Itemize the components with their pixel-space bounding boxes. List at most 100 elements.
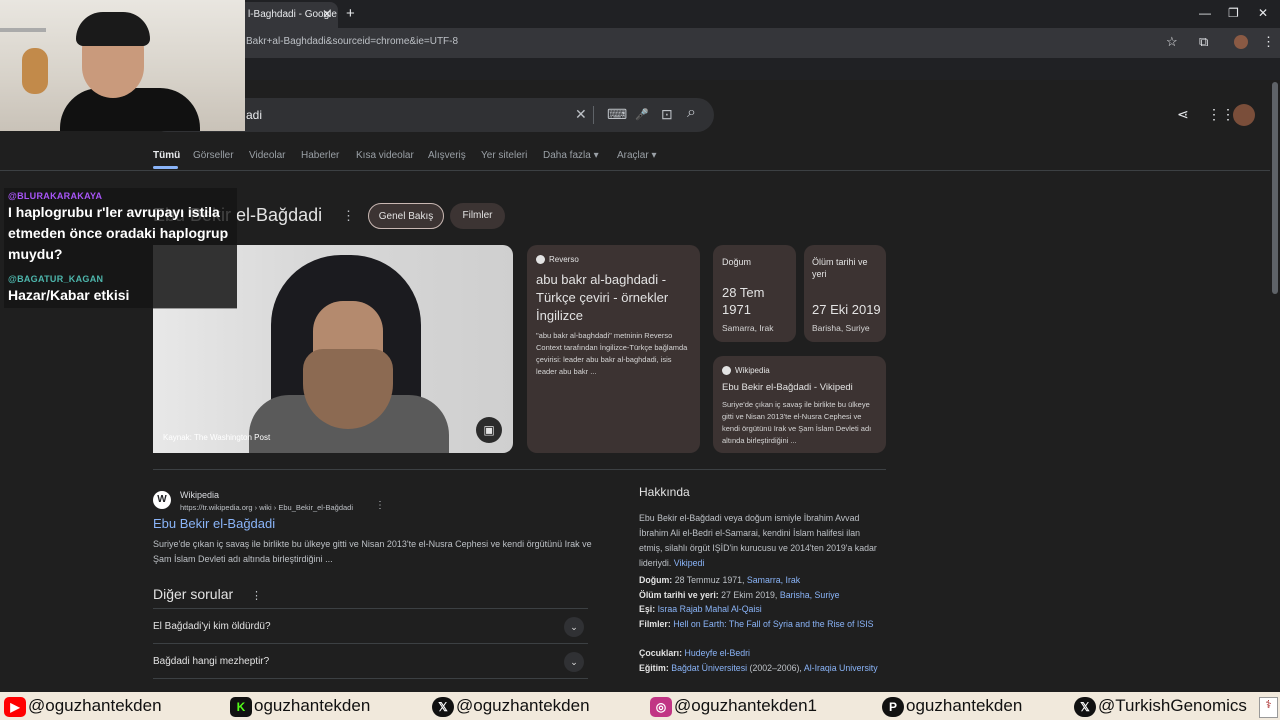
chat-message: Hazar/Kabar etkisi bbox=[8, 287, 130, 303]
bookmark-star-icon[interactable]: ☆ bbox=[1166, 34, 1178, 50]
more-options-icon[interactable]: ⋮ bbox=[342, 208, 355, 224]
webcam-overlay bbox=[0, 0, 245, 131]
card-text: "abu bakr al-baghdadi" metninin Reverso … bbox=[536, 331, 688, 376]
close-window-icon[interactable]: ✕ bbox=[1258, 6, 1268, 20]
maximize-icon[interactable]: ❐ bbox=[1228, 6, 1239, 20]
dna-icon: ⚕ bbox=[1259, 697, 1278, 718]
chevron-down-icon[interactable]: ⌄ bbox=[564, 652, 584, 672]
nav-divider bbox=[0, 170, 1270, 171]
account-avatar[interactable] bbox=[1233, 104, 1255, 126]
search-input[interactable]: adi bbox=[246, 108, 262, 122]
university-link[interactable]: Al-Iraqia University bbox=[804, 663, 878, 673]
banner-item: ◎ @oguzhantekden1 bbox=[650, 696, 817, 717]
microphone-icon[interactable]: 🎤 bbox=[635, 108, 649, 121]
keyboard-icon[interactable]: ⌨ bbox=[607, 106, 627, 123]
question-text: El Bağdadi'yi kim öldürdü? bbox=[153, 621, 271, 632]
chat-username: @BLURAKARAKAYA bbox=[8, 191, 103, 201]
film-link[interactable]: Hell on Earth: The Fall of Syria and the… bbox=[673, 619, 873, 629]
extensions-icon[interactable]: ⧉ bbox=[1199, 34, 1208, 50]
tab-short-videos[interactable]: Kısa videolar bbox=[356, 150, 414, 161]
question-item[interactable]: El Bağdadi'yi kim öldürdü? ⌄ bbox=[153, 608, 588, 643]
result-menu-icon[interactable]: ⋮ bbox=[375, 500, 385, 511]
banner-item: Poguzhantekden bbox=[882, 696, 1022, 717]
result-url[interactable]: https://tr.wikipedia.org › wiki › Ebu_Be… bbox=[180, 503, 353, 512]
question-item[interactable] bbox=[153, 678, 588, 692]
wikipedia-icon: W bbox=[153, 491, 171, 509]
tab-news[interactable]: Haberler bbox=[301, 150, 339, 161]
divider bbox=[593, 106, 594, 124]
result-snippet: Suriye'de çıkan iç savaş ile birlikte bu… bbox=[153, 539, 592, 564]
new-tab-button[interactable]: + bbox=[346, 5, 355, 22]
death-place: Barisha, Suriye bbox=[812, 323, 870, 333]
instagram-icon: ◎ bbox=[650, 696, 672, 717]
tab-tools[interactable]: Araçlar ▾ bbox=[617, 150, 656, 161]
about-description: Ebu Bekir el-Bağdadi veya doğum ismiyle … bbox=[639, 513, 877, 568]
panel-divider bbox=[153, 469, 886, 470]
wikipedia-icon bbox=[722, 366, 731, 376]
browser-tab[interactable]: l-Baghdadi - Google ✕ bbox=[238, 2, 338, 28]
reverso-card[interactable]: Reverso abu bakr al-baghdadi - Türkçe çe… bbox=[527, 245, 700, 453]
clear-search-icon[interactable]: ✕ bbox=[575, 106, 587, 123]
tab-all[interactable]: Tümü bbox=[153, 150, 180, 161]
card-text: Suriye'de çıkan iç savaş ile birlikte bu… bbox=[722, 400, 872, 445]
tab-shopping[interactable]: Alışveriş bbox=[428, 150, 466, 161]
guitar bbox=[22, 48, 48, 94]
tab-more[interactable]: Daha fazla ▾ bbox=[543, 150, 599, 161]
wikipedia-card[interactable]: Wikipedia Ebu Bekir el-Bağdadi - Vikiped… bbox=[713, 356, 886, 453]
kick-icon: K bbox=[230, 696, 252, 717]
image-icon[interactable]: ▣ bbox=[476, 417, 502, 443]
apps-grid-icon[interactable]: ⋮⋮ bbox=[1207, 106, 1235, 123]
result-site-name[interactable]: Wikipedia bbox=[180, 490, 219, 500]
browser-menu-icon[interactable]: ⋮ bbox=[1262, 34, 1275, 50]
result-title-link[interactable]: Ebu Bekir el-Bağdadi bbox=[153, 516, 275, 531]
url-text[interactable]: Bakr+al-Baghdadi&sourceid=chrome&ie=UTF-… bbox=[246, 36, 458, 47]
tab-close-icon[interactable]: ✕ bbox=[322, 7, 332, 21]
spouse-link[interactable]: Israa Rajab Mahal Al-Qaisi bbox=[658, 604, 762, 614]
search-icon[interactable]: ⌕ bbox=[687, 104, 696, 122]
death-row: Ölüm tarihi ve yeri: 27 Ekim 2019, Baris… bbox=[639, 590, 840, 600]
youtube-icon: ▶ bbox=[4, 696, 26, 717]
death-label: Ölüm tarihi ve yeri bbox=[812, 257, 868, 279]
questions-menu-icon[interactable]: ⋮ bbox=[251, 589, 262, 602]
about-title: Hakkında bbox=[639, 485, 690, 499]
share-icon[interactable]: ⋖ bbox=[1177, 106, 1189, 123]
tab-images[interactable]: Görseller bbox=[193, 150, 234, 161]
card-title: abu bakr al-baghdadi - Türkçe çeviri - ö… bbox=[536, 272, 669, 323]
children-row: Çocukları: Hudeyfe el-Bedri bbox=[639, 648, 751, 658]
minimize-icon[interactable]: — bbox=[1199, 6, 1211, 20]
banner-item: ▶ @oguzhantekden bbox=[4, 696, 162, 717]
tab-sites[interactable]: Yer siteleri bbox=[481, 150, 527, 161]
x-icon: 𝕏 bbox=[432, 696, 454, 717]
death-card[interactable]: Ölüm tarihi ve yeri 27 Eki 2019 Barisha,… bbox=[804, 245, 886, 342]
birth-date: 28 Tem 1971 bbox=[722, 285, 765, 317]
banner-item: 𝕏 @oguzhantekden bbox=[432, 696, 590, 717]
profile-avatar[interactable] bbox=[1234, 35, 1248, 49]
streamer-hair bbox=[76, 12, 150, 46]
films-chip[interactable]: Filmler bbox=[450, 203, 505, 229]
birthplace-link[interactable]: Samarra, Irak bbox=[747, 575, 800, 585]
wikipedia-link[interactable]: Vikipedi bbox=[674, 558, 705, 568]
photo-source: Kaynak: The Washington Post bbox=[163, 433, 271, 442]
social-banner: ▶ @oguzhantekden Koguzhantekden 𝕏 @oguzhan… bbox=[0, 692, 1280, 720]
reverso-icon bbox=[536, 255, 545, 265]
lens-icon[interactable]: ⊡ bbox=[661, 106, 673, 123]
university-link[interactable]: Bağdat Üniversitesi bbox=[671, 663, 747, 673]
chevron-down-icon[interactable]: ⌄ bbox=[564, 617, 584, 637]
question-item[interactable]: Bağdadi hangi mezheptir? ⌄ bbox=[153, 643, 588, 678]
streamer-shirt bbox=[60, 88, 200, 131]
card-source: Reverso bbox=[536, 255, 579, 265]
birth-card[interactable]: Doğum 28 Tem 1971 Samarra, Irak bbox=[713, 245, 796, 342]
tab-videos[interactable]: Videolar bbox=[249, 150, 286, 161]
birth-place: Samarra, Irak bbox=[722, 323, 774, 333]
other-questions-title: Diğer sorular bbox=[153, 586, 234, 602]
death-date: 27 Eki 2019 bbox=[812, 302, 881, 317]
films-row: Filmler: Hell on Earth: The Fall of Syri… bbox=[639, 619, 874, 629]
overview-chip[interactable]: Genel Bakış bbox=[368, 203, 444, 229]
scrollbar[interactable] bbox=[1272, 82, 1278, 294]
banner-item: 𝕏 @TurkishGenomics bbox=[1074, 696, 1247, 717]
deathplace-link[interactable]: Barisha, Suriye bbox=[780, 590, 840, 600]
card-source: Wikipedia bbox=[722, 366, 770, 376]
patreon-icon: P bbox=[882, 696, 904, 717]
active-tab-indicator bbox=[153, 166, 178, 169]
child-link[interactable]: Hudeyfe el-Bedri bbox=[684, 648, 750, 658]
